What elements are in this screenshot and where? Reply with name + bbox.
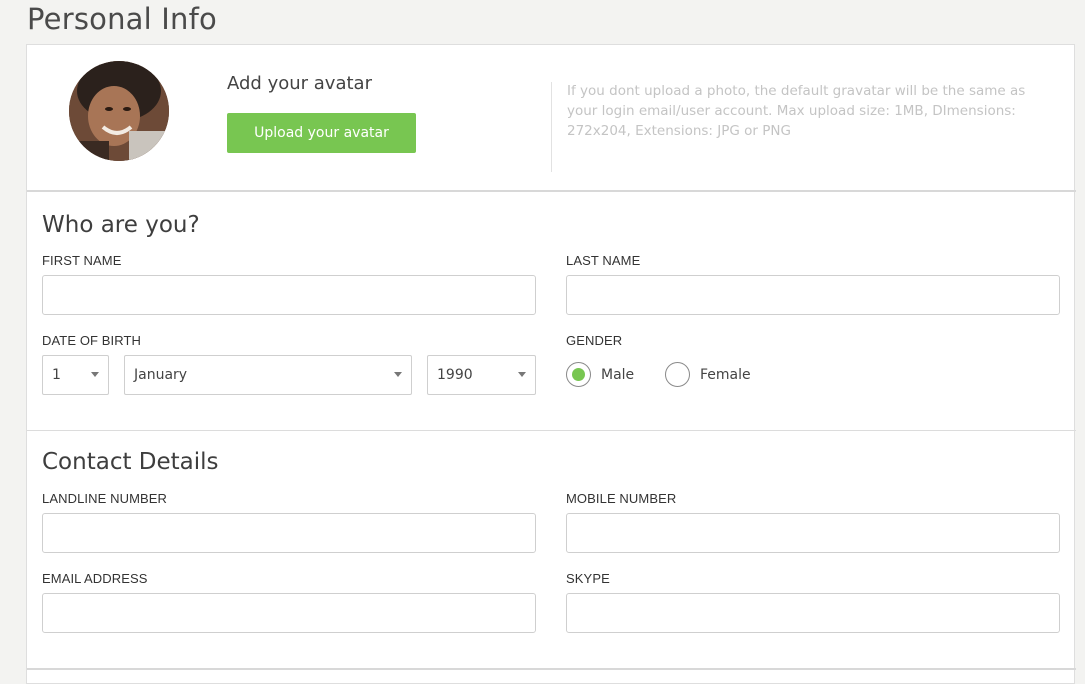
first-name-field[interactable] xyxy=(42,275,536,315)
avatar-help-text: If you dont upload a photo, the default … xyxy=(567,83,1026,139)
email-address-field[interactable] xyxy=(42,593,536,633)
chevron-down-icon xyxy=(91,372,99,377)
email-address-label: EMAIL ADDRESS xyxy=(42,571,148,586)
chevron-down-icon xyxy=(518,372,526,377)
dob-year-value: 1990 xyxy=(437,367,473,383)
who-are-you-title: Who are you? xyxy=(42,212,200,238)
landline-number-label: LANDLINE NUMBER xyxy=(42,491,168,506)
page-title: Personal Info xyxy=(27,2,217,36)
gender-female-radio[interactable]: Female xyxy=(665,362,751,387)
contact-details-section: Contact Details LANDLINE NUMBER MOBILE N… xyxy=(27,432,1076,670)
contact-details-title: Contact Details xyxy=(42,449,219,475)
last-name-label: LAST NAME xyxy=(566,253,641,268)
skype-label: SKYPE xyxy=(566,571,610,586)
personal-info-card: Add your avatar Upload your avatar If yo… xyxy=(26,44,1076,684)
gender-label: GENDER xyxy=(566,333,623,348)
radio-checked-icon xyxy=(566,362,591,387)
first-name-label: FIRST NAME xyxy=(42,253,122,268)
avatar-section: Add your avatar Upload your avatar If yo… xyxy=(27,45,1076,192)
who-are-you-section: Who are you? FIRST NAME LAST NAME DATE O… xyxy=(27,194,1076,431)
upload-avatar-button[interactable]: Upload your avatar xyxy=(227,113,416,153)
mobile-number-field[interactable] xyxy=(566,513,1060,553)
landline-number-field[interactable] xyxy=(42,513,536,553)
avatar xyxy=(69,61,169,161)
gender-male-radio[interactable]: Male xyxy=(566,362,634,387)
dob-year-select[interactable]: 1990 xyxy=(427,355,536,395)
date-of-birth-label: DATE OF BIRTH xyxy=(42,333,142,348)
avatar-heading: Add your avatar xyxy=(227,73,372,94)
mobile-number-label: MOBILE NUMBER xyxy=(566,491,677,506)
gender-male-label: Male xyxy=(601,366,635,383)
chevron-down-icon xyxy=(394,372,402,377)
dob-month-select[interactable]: January xyxy=(124,355,412,395)
dob-month-value: January xyxy=(134,367,188,383)
gender-female-label: Female xyxy=(700,366,751,383)
last-name-field[interactable] xyxy=(566,275,1060,315)
dob-day-value: 1 xyxy=(52,367,61,383)
skype-field[interactable] xyxy=(566,593,1060,633)
radio-unchecked-icon xyxy=(665,362,690,387)
avatar-divider xyxy=(551,82,552,172)
dob-day-select[interactable]: 1 xyxy=(42,355,109,395)
